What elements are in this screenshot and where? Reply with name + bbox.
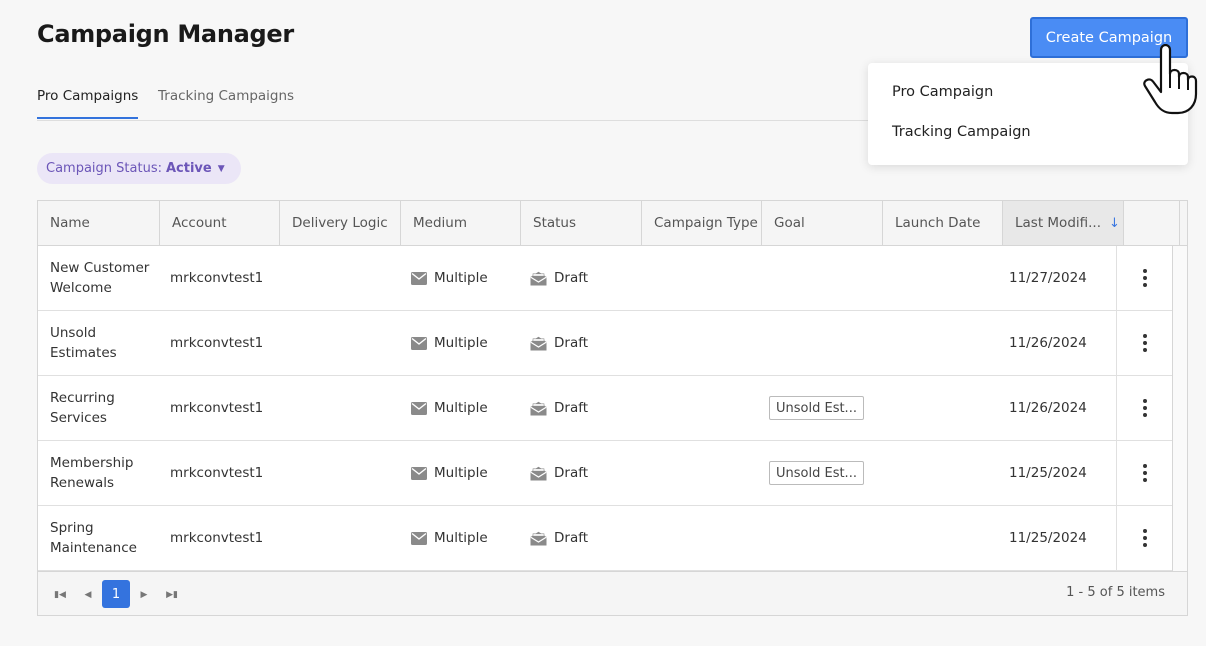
campaign-goal: Unsold Est... xyxy=(769,376,864,440)
chevron-down-icon: ▼ xyxy=(217,163,225,174)
status-label: Draft xyxy=(554,335,589,351)
campaign-account: mrkconvtest1 xyxy=(170,530,264,546)
pagination-summary: 1 - 5 of 5 items xyxy=(1066,585,1165,600)
column-header-status[interactable]: Status xyxy=(521,201,642,245)
status-label: Draft xyxy=(554,400,589,416)
kebab-menu-icon[interactable] xyxy=(1142,269,1147,287)
campaign-account: mrkconvtest1 xyxy=(170,400,264,416)
campaign-status: Draft xyxy=(530,506,588,570)
column-header-goal[interactable]: Goal xyxy=(762,201,883,245)
vertical-scrollbar[interactable] xyxy=(1172,246,1187,571)
campaign-account: mrkconvtest1 xyxy=(170,270,264,286)
column-header-medium[interactable]: Medium xyxy=(401,201,521,245)
kebab-menu-icon[interactable] xyxy=(1142,399,1147,417)
medium-label: Multiple xyxy=(434,530,488,546)
column-header-actions xyxy=(1124,201,1180,245)
envelope-icon xyxy=(411,466,427,480)
campaign-status-filter[interactable]: Campaign Status: Active ▼ xyxy=(37,153,241,184)
open-envelope-icon xyxy=(530,271,547,285)
column-header-last-modified[interactable]: Last Modifi... ↓ xyxy=(1003,201,1124,245)
campaign-account: mrkconvtest1 xyxy=(170,465,264,481)
menu-item-pro-campaign[interactable]: Pro Campaign xyxy=(892,84,993,100)
envelope-icon xyxy=(411,531,427,545)
open-envelope-icon xyxy=(530,336,547,350)
campaign-name[interactable]: New Customer Welcome xyxy=(50,246,158,310)
kebab-menu-icon[interactable] xyxy=(1142,334,1147,352)
column-header-last-modified-label: Last Modifi... xyxy=(1015,215,1102,231)
page-title: Campaign Manager xyxy=(37,20,294,48)
column-header-campaign-type[interactable]: Campaign Type xyxy=(642,201,762,245)
grid-header: Name Account Delivery Logic Medium Statu… xyxy=(38,201,1187,246)
filter-value: Active xyxy=(165,161,212,176)
campaign-status: Draft xyxy=(530,311,588,375)
column-header-delivery-logic[interactable]: Delivery Logic xyxy=(280,201,401,245)
envelope-icon xyxy=(411,271,427,285)
campaign-medium: Multiple xyxy=(411,376,488,440)
campaign-medium: Multiple xyxy=(411,441,488,505)
row-actions-cell xyxy=(1116,506,1172,570)
row-actions-cell xyxy=(1116,311,1172,375)
page-button-current[interactable]: 1 xyxy=(102,580,130,608)
kebab-menu-icon[interactable] xyxy=(1142,464,1147,482)
next-page-icon[interactable]: ▶ xyxy=(134,583,154,605)
campaign-name[interactable]: Spring Maintenance xyxy=(50,506,158,570)
envelope-icon xyxy=(411,401,427,415)
goal-badge: Unsold Est... xyxy=(769,396,864,420)
column-header-name[interactable]: Name xyxy=(38,201,160,245)
campaign-status: Draft xyxy=(530,376,588,440)
tab-pro-campaigns[interactable]: Pro Campaigns xyxy=(37,88,139,119)
envelope-icon xyxy=(411,336,427,350)
table-row[interactable]: Spring Maintenance mrkconvtest1 Multiple Dr… xyxy=(38,506,1172,571)
campaign-medium: Multiple xyxy=(411,506,488,570)
open-envelope-icon xyxy=(530,401,547,415)
row-actions-cell xyxy=(1116,376,1172,440)
goal-badge: Unsold Est... xyxy=(769,461,864,485)
last-modified-date: 11/26/2024 xyxy=(1009,335,1087,351)
tab-tracking-campaigns[interactable]: Tracking Campaigns xyxy=(158,88,294,117)
table-row[interactable]: Membership Renewals mrkconvtest1 Multiple D… xyxy=(38,441,1172,506)
column-header-account[interactable]: Account xyxy=(160,201,280,245)
medium-label: Multiple xyxy=(434,335,488,351)
last-modified-date: 11/25/2024 xyxy=(1009,465,1087,481)
column-header-launch-date[interactable]: Launch Date xyxy=(883,201,1003,245)
menu-item-tracking-campaign[interactable]: Tracking Campaign xyxy=(892,124,1031,140)
row-actions-cell xyxy=(1116,246,1172,310)
first-page-icon[interactable]: ▮◀ xyxy=(50,583,70,605)
campaign-account: mrkconvtest1 xyxy=(170,335,264,351)
table-row[interactable]: Unsold Estimates mrkconvtest1 Multiple Draf… xyxy=(38,311,1172,376)
last-modified-date: 11/25/2024 xyxy=(1009,530,1087,546)
table-row[interactable]: New Customer Welcome mrkconvtest1 Multiple… xyxy=(38,246,1172,311)
row-actions-cell xyxy=(1116,441,1172,505)
campaign-status: Draft xyxy=(530,246,588,310)
hand-pointer-icon xyxy=(1143,44,1198,115)
campaign-name[interactable]: Membership Renewals xyxy=(50,441,158,505)
campaign-name[interactable]: Recurring Services xyxy=(50,376,158,440)
medium-label: Multiple xyxy=(434,465,488,481)
status-label: Draft xyxy=(554,270,589,286)
campaigns-grid: Name Account Delivery Logic Medium Statu… xyxy=(37,200,1188,616)
last-modified-date: 11/26/2024 xyxy=(1009,400,1087,416)
open-envelope-icon xyxy=(530,531,547,545)
previous-page-icon[interactable]: ◀ xyxy=(78,583,98,605)
status-label: Draft xyxy=(554,465,589,481)
sort-descending-icon: ↓ xyxy=(1109,215,1120,231)
table-row[interactable]: Recurring Services mrkconvtest1 Multiple Dr… xyxy=(38,376,1172,441)
campaign-name[interactable]: Unsold Estimates xyxy=(50,311,158,375)
medium-label: Multiple xyxy=(434,400,488,416)
campaign-status: Draft xyxy=(530,441,588,505)
filter-label: Campaign Status: xyxy=(46,161,162,176)
status-label: Draft xyxy=(554,530,589,546)
kebab-menu-icon[interactable] xyxy=(1142,529,1147,547)
pagination-bar: ▮◀ ◀ 1 ▶ ▶▮ 1 - 5 of 5 items xyxy=(38,571,1187,615)
campaign-medium: Multiple xyxy=(411,311,488,375)
open-envelope-icon xyxy=(530,466,547,480)
medium-label: Multiple xyxy=(434,270,488,286)
campaign-medium: Multiple xyxy=(411,246,488,310)
campaign-goal: Unsold Est... xyxy=(769,441,864,505)
last-modified-date: 11/27/2024 xyxy=(1009,270,1087,286)
last-page-icon[interactable]: ▶▮ xyxy=(162,583,182,605)
